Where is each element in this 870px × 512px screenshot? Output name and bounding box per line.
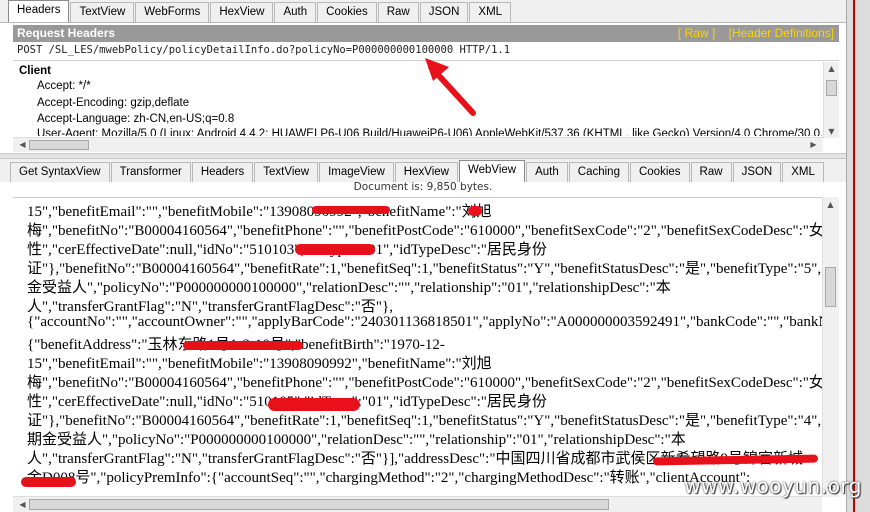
response-body-line: 证"},"benefitNo":"B00004160564","benefitR…: [27, 413, 822, 429]
response-tab-webview[interactable]: WebView: [458, 160, 526, 182]
response-body-line: 金受益人","policyNo":"P000000000100000","rel…: [27, 280, 671, 296]
scroll-thumb[interactable]: [825, 267, 836, 307]
request-headers-title: Request Headers: [17, 26, 116, 40]
scroll-thumb[interactable]: [826, 80, 837, 96]
body-vertical-scrollbar[interactable]: ▲ ▼: [822, 197, 839, 497]
scroll-right-arrow-icon[interactable]: ▶: [806, 140, 821, 149]
response-tab-xml[interactable]: XML: [782, 162, 824, 182]
request-tab-xml[interactable]: XML: [469, 2, 512, 22]
annotation-arrow-icon: [425, 58, 476, 116]
headers-vertical-scrollbar[interactable]: ▲ ▼: [823, 62, 839, 138]
redaction-mark: [312, 206, 390, 214]
document-size-info: Document is: 9,850 bytes.: [353, 181, 493, 193]
redaction-mark: [468, 206, 482, 216]
request-tab-raw[interactable]: Raw: [377, 2, 419, 22]
request-tab-headers[interactable]: Headers: [8, 0, 70, 22]
response-body-line: 金D008号","policyPremInfo":{"accountSeq":"…: [27, 470, 751, 486]
request-headers-titlebar: Request Headers [ Raw ] [Header Definiti…: [13, 25, 839, 42]
request-tab-webforms[interactable]: WebForms: [135, 2, 210, 22]
response-body: 金D008号","policyPremInfo":{"accountSeq":"…: [13, 197, 822, 497]
response-tab-get-syntaxview[interactable]: Get SyntaxView: [10, 162, 110, 182]
response-tab-imageview[interactable]: ImageView: [319, 162, 394, 182]
request-tab-auth[interactable]: Auth: [274, 2, 317, 22]
request-inspector-tabs: Headers TextView WebForms HexView Auth Cookie…: [0, 0, 846, 23]
response-body-line: 期金受益人","policyNo":"P000000000100000","re…: [27, 432, 686, 448]
request-tab-textview[interactable]: TextView: [70, 2, 135, 22]
body-horizontal-scrollbar[interactable]: ◀: [13, 496, 822, 512]
response-tab-textview[interactable]: TextView: [254, 162, 319, 182]
redaction-mark: [183, 341, 303, 350]
response-body-line: 15","benefitEmail":"","benefitMobile":"1…: [27, 356, 492, 372]
scroll-down-arrow-icon[interactable]: ▼: [824, 127, 839, 136]
request-tab-cookies[interactable]: Cookies: [317, 2, 377, 22]
response-body-line: 人","transferGrantFlag":"N","transferGran…: [27, 299, 393, 315]
request-tab-hexview[interactable]: HexView: [210, 2, 274, 22]
hscroll-thumb[interactable]: [29, 140, 89, 150]
response-tab-transformer[interactable]: Transformer: [110, 162, 191, 182]
header-accept-language: Accept-Language: zh-CN,en-US;q=0.8: [37, 113, 235, 125]
response-tab-auth[interactable]: Auth: [526, 162, 568, 182]
response-body-line: 15","benefitEmail":"","benefitMobile":"1…: [27, 204, 492, 220]
header-user-agent: User-Agent: Mozilla/5.0 (Linux; Android …: [37, 128, 839, 136]
response-tab-json[interactable]: JSON: [732, 162, 782, 182]
hscroll-thumb[interactable]: [29, 499, 609, 510]
scroll-up-arrow-icon[interactable]: ▲: [824, 64, 839, 73]
scroll-left-arrow-icon[interactable]: ◀: [15, 140, 30, 149]
scroll-left-arrow-icon[interactable]: ◀: [15, 500, 30, 509]
header-accept: Accept: */*: [37, 80, 91, 92]
scroll-up-arrow-icon[interactable]: ▲: [823, 200, 838, 209]
headers-horizontal-scrollbar[interactable]: ◀ ▶: [13, 137, 823, 152]
response-body-line: 梅","benefitNo":"B00004160564","benefitPh…: [27, 375, 822, 391]
raw-link[interactable]: [ Raw ]: [678, 26, 715, 40]
response-inspector-tabs: Get SyntaxView Transformer Headers TextView…: [0, 159, 846, 182]
redaction-mark: [21, 477, 76, 487]
response-body-line: {"accountNo":"","accountOwner":"","apply…: [27, 314, 822, 330]
response-tab-raw[interactable]: Raw: [690, 162, 732, 182]
response-body-line: 性","cerEffectiveDate":null,"idNo":"51010…: [27, 242, 547, 258]
response-tab-hexview[interactable]: HexView: [394, 162, 458, 182]
response-tab-headers[interactable]: Headers: [191, 162, 254, 182]
section-client[interactable]: Client: [19, 65, 51, 77]
response-tab-cookies[interactable]: Cookies: [629, 162, 690, 182]
response-tab-caching[interactable]: Caching: [568, 162, 629, 182]
watermark: www.wooyun.org: [684, 474, 862, 498]
redaction-mark: [268, 398, 360, 411]
response-body-line: 梅","benefitNo":"B00004160564","benefitPh…: [27, 223, 822, 239]
request-tab-json[interactable]: JSON: [419, 2, 469, 22]
header-accept-encoding: Accept-Encoding: gzip,deflate: [37, 97, 190, 109]
right-window-edge: [846, 0, 870, 512]
response-body-line: 证"},"benefitNo":"B00004160564","benefitR…: [27, 261, 822, 277]
header-definitions-link[interactable]: [Header Definitions]: [729, 26, 834, 40]
redaction-mark: [295, 244, 375, 255]
